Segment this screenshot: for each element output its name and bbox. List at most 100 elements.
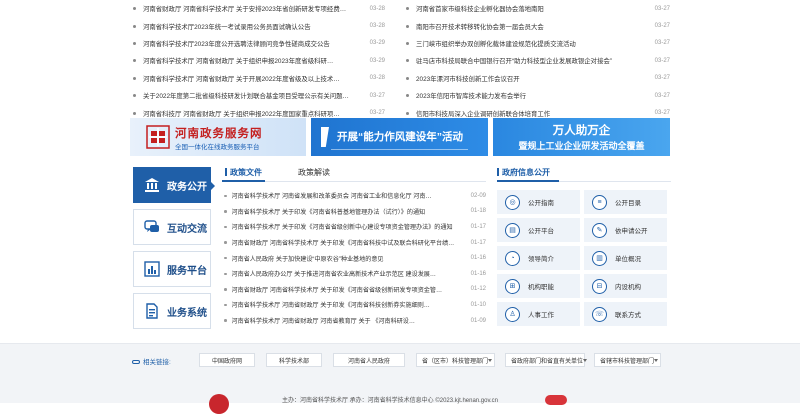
campaign-banner[interactable]: 开展“能力作风建设年”活动 xyxy=(311,118,488,156)
sitemap-icon: ⊟ xyxy=(592,278,607,294)
gov-info-item[interactable]: ◎ 公开指南 xyxy=(497,190,580,214)
policy-title[interactable]: 河南省人民政府 关于加快建设“中原农谷”种业基地的意见 xyxy=(232,254,459,263)
right-news-item[interactable]: 驻马店市科技局联合中国银行召开“助力科技型企业发展政银企对接会” 03-27 xyxy=(403,52,670,69)
left-news-item[interactable]: 河南省科学技术厅2023年统一考试录用公务员面试确认公告 03-28 xyxy=(130,17,396,34)
bullet-icon xyxy=(224,272,227,276)
news-title[interactable]: 河南省科学技术厅2023年统一考试录用公务员面试确认公告 xyxy=(143,22,355,31)
policy-title[interactable]: 河南省科学技术厅 河南省财政厅 河南省教育厅 关于 《河南科研设… xyxy=(232,316,459,325)
left-news-item[interactable]: 河南省科学技术厅2023年度公开选聘法律顾问竞争性磋商成交公告 03-29 xyxy=(130,35,396,52)
bullet-icon xyxy=(406,111,409,115)
enterprise-banner-title: 万人助万企 xyxy=(552,125,611,137)
news-title[interactable]: 关于2022年度第二批省级科技研发计划联合基金项目受理公示有关问题的… xyxy=(143,91,355,100)
policy-title[interactable]: 河南省科学技术厅 河南省财政厅 关于印发《河南省科技创新券实施细则… xyxy=(232,300,459,309)
news-title[interactable]: 河南省科技厅 河南省财政厅 关于组织申报2022年度国家重点科研项… xyxy=(143,109,355,118)
news-date: 03-28 xyxy=(369,5,385,12)
nav-service-platform-button[interactable]: 服务平台 xyxy=(133,251,211,287)
policy-date: 01-10 xyxy=(470,301,486,308)
policy-date: 01-17 xyxy=(470,239,486,246)
news-title[interactable]: 河南省科学技术厅2023年度公开选聘法律顾问竞争性磋商成交公告 xyxy=(143,39,355,48)
gov-info-item[interactable]: ⊟ 内设机构 xyxy=(584,274,667,298)
policy-title[interactable]: 河南省财政厅 河南省科学技术厅 关于印发《河南省省级创新研发专项资金管… xyxy=(232,285,459,294)
left-news-item[interactable]: 关于2022年度第二批省级科技研发计划联合基金项目受理公示有关问题的… 03-27 xyxy=(130,87,396,104)
gov-info-item[interactable]: ♙ 人事工作 xyxy=(497,302,580,326)
news-title[interactable]: 信阳市科技局深入企业调研创新联合体培育工作 xyxy=(416,109,640,118)
link-button-central-gov[interactable]: 中国政府网 xyxy=(199,353,255,367)
policy-item[interactable]: 河南省人民政府办公厅 关于推进河南省农业高新技术产业示范区 建设发展… 01-16 xyxy=(222,266,486,282)
bullet-icon xyxy=(224,319,227,322)
nav-gov-affairs-button[interactable]: 政务公开 xyxy=(133,167,215,203)
gov-site-badge-icon[interactable] xyxy=(545,395,567,405)
right-news-item[interactable]: 2023年漯河市科技创新工作会议召开 03-27 xyxy=(403,70,670,87)
gov-info-item[interactable]: ⊞ 机构职能 xyxy=(497,274,580,298)
news-title[interactable]: 驻马店市科技局联合中国银行召开“助力科技型企业发展政银企对接会” xyxy=(416,56,640,65)
right-news-item[interactable]: 河南省首家市级科技企业孵化器协会落地南阳 03-27 xyxy=(403,0,670,17)
tab-policy-documents-label: 政策文件 xyxy=(230,168,262,177)
tab-policy-interpretation[interactable]: 政策解读 xyxy=(295,167,333,181)
gov-info-item[interactable]: ☏ 联系方式 xyxy=(584,302,667,326)
select-city-tech-departments[interactable]: 省辖市科技管理部门 xyxy=(594,353,661,367)
policy-item[interactable]: 河南省财政厅 河南省科学技术厅 关于印发《河南省省级创新研发专项资金管… 01-1… xyxy=(222,282,486,298)
link-icon xyxy=(132,360,140,364)
policy-item[interactable]: 河南省科学技术厅 河南省发展和改革委员会 河南省工业和信息化厅 河南… 02-09 xyxy=(222,188,486,204)
policy-date: 01-09 xyxy=(470,317,486,324)
policy-item[interactable]: 河南省科学技术厅 关于印发《河南省科普基地管理办法（试行）》的通知 01-18 xyxy=(222,204,486,220)
gov-info-item-label: 依申请公开 xyxy=(615,228,648,235)
clipboard-icon: ▤ xyxy=(505,222,520,238)
gov-info-item[interactable]: ▤ 公开平台 xyxy=(497,218,580,242)
enterprise-banner[interactable]: 万人助万企 暨规上工业企业研发活动全覆盖 xyxy=(493,118,670,156)
enterprise-banner-subtitle: 暨规上工业企业研发活动全覆盖 xyxy=(518,141,645,151)
policy-title[interactable]: 河南省人民政府办公厅 关于推进河南省农业高新技术产业示范区 建设发展… xyxy=(232,269,459,278)
gov-info-item[interactable]: ≡ 公开目录 xyxy=(584,190,667,214)
policy-item[interactable]: 河南省科学技术厅 河南省财政厅 河南省教育厅 关于 《河南科研设… 01-09 xyxy=(222,313,486,329)
policy-item[interactable]: 河南省人民政府 关于加快建设“中原农谷”种业基地的意见 01-16 xyxy=(222,250,486,266)
gov-info-header: 政府信息公开 xyxy=(497,164,671,182)
tab-policy-documents[interactable]: 政策文件 xyxy=(222,167,265,182)
bullet-icon xyxy=(224,241,227,244)
link-button-henan-gov[interactable]: 河南省人民政府 xyxy=(333,353,405,367)
bullet-icon xyxy=(133,76,136,80)
policy-item[interactable]: 河南省科学技术厅 河南省财政厅 关于印发《河南省科技创新券实施细则… 01-10 xyxy=(222,297,486,313)
gov-info-item-label: 公开平台 xyxy=(528,228,554,235)
policy-date: 02-09 xyxy=(470,192,486,199)
gov-info-item[interactable]: ▥ 单位概况 xyxy=(584,246,667,270)
news-title[interactable]: 三门峡市组织举办双创孵化载体建设规范化提质交流活动 xyxy=(416,39,640,48)
right-news-item[interactable]: 三门峡市组织举办双创孵化载体建设规范化提质交流活动 03-27 xyxy=(403,35,670,52)
policy-title[interactable]: 河南省科学技术厅 河南省发展和改革委员会 河南省工业和信息化厅 河南… xyxy=(232,191,459,200)
news-date: 03-27 xyxy=(369,92,385,99)
related-links-bar: 相关链接: 中国政府网 科学技术部 河南省人民政府 省（区市）科技管理部门 省政… xyxy=(0,343,800,375)
news-title[interactable]: 河南省财政厅 河南省科学技术厅 关于安排2023年省创新研发专项经费… xyxy=(143,4,355,13)
user-icon: ◔ xyxy=(505,250,520,266)
nav-business-system-button[interactable]: 业务系统 xyxy=(133,293,211,329)
left-news-item[interactable]: 河南省科学技术厅 河南省财政厅 关于开展2022年度省级及以上技术… 03-28 xyxy=(130,70,396,87)
left-nav: 政务公开 互动交流 服务平台 业务系统 xyxy=(133,167,215,335)
right-news-item[interactable]: 南阳市召开技术转移转化协会第一届会员大会 03-27 xyxy=(403,17,670,34)
policy-item[interactable]: 河南省财政厅 河南省科学技术厅 关于印发《河南省科技中试及联合科研化平台绩效考核… xyxy=(222,235,486,251)
related-links-label-text: 相关链接: xyxy=(143,359,171,366)
building-icon: ▥ xyxy=(592,250,607,266)
news-title[interactable]: 河南省科学技术厅 河南省财政厅 关于组织申报2023年度省级科研… xyxy=(143,56,355,65)
news-title[interactable]: 2023年信阳市智库技术能力发布会举行 xyxy=(416,91,640,100)
gov-info-item[interactable]: ✎ 依申请公开 xyxy=(584,218,667,242)
nav-interaction-button[interactable]: 互动交流 xyxy=(133,209,211,245)
policy-title[interactable]: 河南省财政厅 河南省科学技术厅 关于印发《河南省科技中试及联合科研化平台绩效考核… xyxy=(232,238,459,247)
policy-title[interactable]: 河南省科学技术厅 关于印发《河南省科普基地管理办法（试行）》的通知 xyxy=(232,207,459,216)
gov-info-item-label: 内设机构 xyxy=(615,284,641,291)
policy-title[interactable]: 河南省科学技术厅 关于印发《河南省省级创新中心建设专项资金管理办法》的通知 xyxy=(232,222,459,231)
news-title[interactable]: 南阳市召开技术转移转化协会第一届会员大会 xyxy=(416,22,640,31)
nav-service-platform-label: 服务平台 xyxy=(167,265,207,277)
link-button-most[interactable]: 科学技术部 xyxy=(266,353,322,367)
chevron-down-icon xyxy=(654,358,659,362)
news-title[interactable]: 河南省首家市级科技企业孵化器协会落地南阳 xyxy=(416,4,640,13)
gov-info-title: 政府信息公开 xyxy=(497,167,550,178)
gov-info-item[interactable]: ◔ 领导简介 xyxy=(497,246,580,270)
news-title[interactable]: 2023年漯河市科技创新工作会议召开 xyxy=(416,74,640,83)
select-provincial-gov-units[interactable]: 省政府部门和省直有关单位 xyxy=(505,353,588,367)
left-news-item[interactable]: 河南省财政厅 河南省科学技术厅 关于安排2023年省创新研发专项经费… 03-28 xyxy=(130,0,396,17)
gov-service-banner[interactable]: 河南政务服务网 全国一体化在线政务服务平台 xyxy=(130,118,306,156)
news-title[interactable]: 河南省科学技术厅 河南省财政厅 关于开展2022年度省级及以上技术… xyxy=(143,74,355,83)
left-news-item[interactable]: 河南省科学技术厅 河南省财政厅 关于组织申报2023年度省级科研… 03-29 xyxy=(130,52,396,69)
select-city-tech-departments-value: 省辖市科技管理部门 xyxy=(600,358,655,365)
policy-item[interactable]: 河南省科学技术厅 关于印发《河南省省级创新中心建设专项资金管理办法》的通知 01-… xyxy=(222,219,486,235)
right-news-item[interactable]: 2023年信阳市智库技术能力发布会举行 03-27 xyxy=(403,87,670,104)
select-provincial-tech-departments[interactable]: 省（区市）科技管理部门 xyxy=(416,353,495,367)
